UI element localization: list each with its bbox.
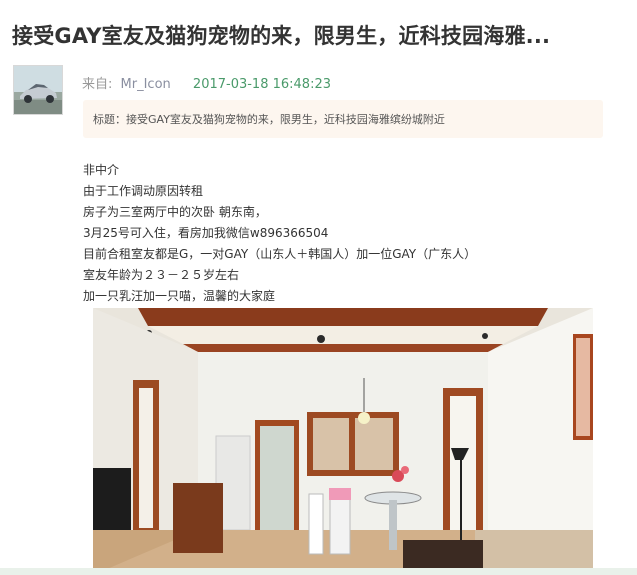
body-line: 房子为三室两厅中的次卧 朝东南，: [83, 205, 267, 219]
room-photo[interactable]: [93, 308, 593, 575]
body-line: 加一只乳汪加一只喵，温馨的大家庭: [83, 289, 276, 303]
living-room-image: [93, 308, 593, 575]
post-body: 非中介 由于工作调动原因转租 房子为三室两厅中的次卧 朝东南， 3月25号可入住…: [83, 160, 476, 307]
subject-text: 标题：接受GAY室友及猫狗宠物的来，限男生，近科技园海雅缤纷城附近: [93, 113, 445, 126]
body-line: 室友年龄为２３－２５岁左右: [83, 268, 240, 282]
author-link[interactable]: Mr_Icon: [121, 77, 171, 92]
subject-box: 标题：接受GAY室友及猫狗宠物的来，限男生，近科技园海雅缤纷城附近: [83, 100, 603, 138]
post-timestamp: 2017-03-18 16:48:23: [192, 77, 331, 92]
from-label: 来自:: [82, 77, 113, 92]
body-line: 由于工作调动原因转租: [83, 184, 204, 198]
body-line: 3月25号可入住，看房加我微信w896366504: [83, 226, 329, 240]
body-line: 非中介: [83, 163, 120, 177]
body-line: 目前合租室友都是G，一对GAY（山东人＋韩国人）加一位GAY（广东人）: [83, 247, 477, 261]
user-avatar[interactable]: [13, 65, 63, 115]
car-avatar-image: [14, 66, 62, 114]
bottom-bar: [0, 568, 637, 575]
post-meta: 来自: Mr_Icon 2017-03-18 16:48:23: [82, 73, 331, 92]
post-title: 接受GAY室友及猫狗宠物的来，限男生，近科技园海雅...: [12, 24, 551, 48]
